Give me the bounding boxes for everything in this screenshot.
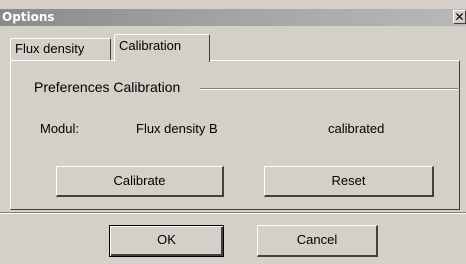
tab-calibration[interactable]: Calibration bbox=[114, 34, 210, 62]
modul-label: Modul: bbox=[40, 121, 80, 136]
calibration-status: calibrated bbox=[328, 121, 385, 136]
modul-quantity: Flux density B bbox=[136, 121, 218, 136]
footer-divider bbox=[0, 212, 466, 214]
close-button[interactable]: ✕ bbox=[453, 10, 466, 24]
ok-button[interactable]: OK bbox=[109, 225, 224, 257]
window-title: Options bbox=[2, 10, 55, 24]
reset-button[interactable]: Reset bbox=[264, 166, 434, 197]
close-icon: ✕ bbox=[454, 10, 465, 24]
cancel-button[interactable]: Cancel bbox=[257, 225, 378, 257]
calibrate-button[interactable]: Calibrate bbox=[56, 166, 224, 197]
group-title: Preferences Calibration bbox=[34, 79, 183, 95]
group-divider bbox=[200, 88, 458, 90]
options-dialog: Options ✕ Flux density Calibration Prefe… bbox=[0, 0, 466, 264]
title-bar[interactable]: Options ✕ bbox=[0, 9, 466, 26]
tab-flux-density[interactable]: Flux density bbox=[10, 38, 111, 60]
